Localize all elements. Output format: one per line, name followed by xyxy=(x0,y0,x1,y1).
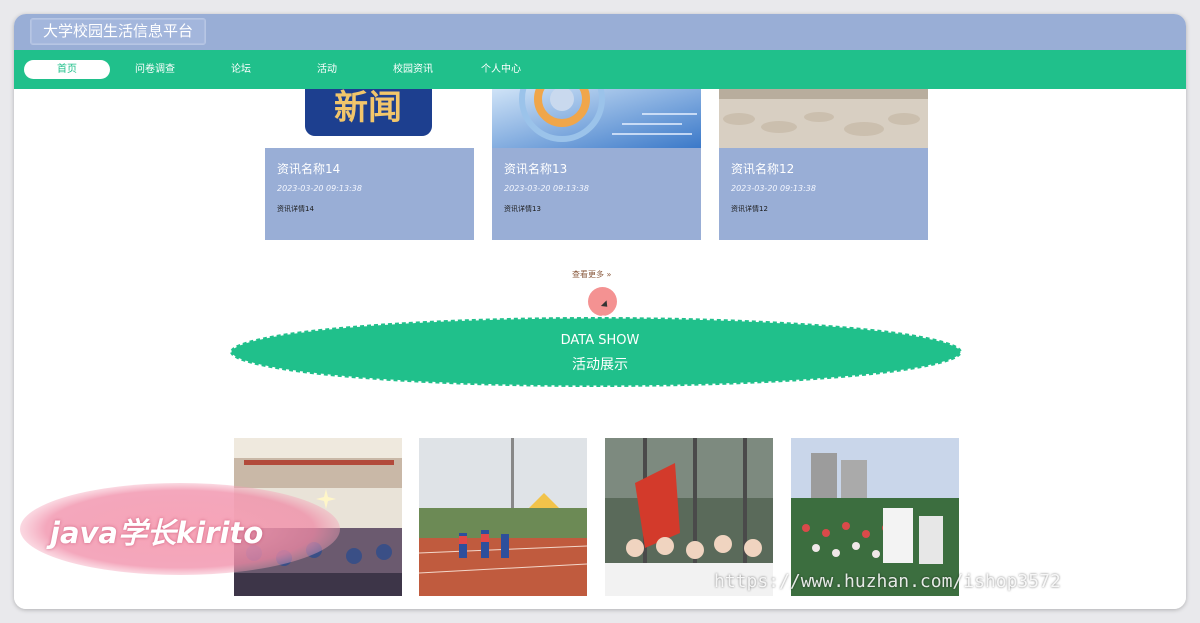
nav-item-home[interactable]: 首页 xyxy=(24,60,110,79)
news-card-body: 资讯名称12 2023-03-20 09:13:38 资讯详情12 xyxy=(719,148,928,240)
nav-item-survey[interactable]: 问卷调查 xyxy=(118,60,192,79)
banner-title-en: DATA SHOW xyxy=(560,333,640,348)
author-watermark: java学长kirito xyxy=(50,516,264,550)
news-card[interactable]: 资讯名称12 2023-03-20 09:13:38 资讯详情12 xyxy=(719,89,928,240)
data-show-banner xyxy=(228,315,964,389)
news-detail: 资讯详情13 xyxy=(504,205,541,213)
news-image xyxy=(492,89,701,148)
news-detail: 资讯详情14 xyxy=(277,205,314,213)
cursor-highlight xyxy=(588,287,617,316)
activity-photo xyxy=(419,438,587,596)
nav-item-personal-center[interactable]: 个人中心 xyxy=(464,60,538,79)
news-image-label: 新闻 xyxy=(334,89,402,128)
news-title[interactable]: 资讯名称14 xyxy=(277,160,340,177)
activity-card[interactable] xyxy=(419,438,587,596)
news-image: 新闻 xyxy=(265,89,474,148)
view-more-link[interactable]: 查看更多 » xyxy=(572,269,611,280)
top-header: 大学校园生活信息平台 xyxy=(14,14,1186,50)
news-card-body: 资讯名称13 2023-03-20 09:13:38 资讯详情13 xyxy=(492,148,701,240)
nav-item-activity[interactable]: 活动 xyxy=(292,60,362,79)
main-nav: 首页 问卷调查 论坛 活动 校园资讯 个人中心 xyxy=(14,50,1186,89)
news-title[interactable]: 资讯名称12 xyxy=(731,160,794,177)
site-title: 大学校园生活信息平台 xyxy=(30,18,207,45)
news-title[interactable]: 资讯名称13 xyxy=(504,160,567,177)
news-detail: 资讯详情12 xyxy=(731,205,768,213)
news-image xyxy=(719,89,928,148)
news-card[interactable]: 新闻 资讯名称14 2023-03-20 09:13:38 资讯详情14 xyxy=(265,89,474,240)
news-card[interactable]: 资讯名称13 2023-03-20 09:13:38 资讯详情13 xyxy=(492,89,701,240)
banner-title-cn: 活动展示 xyxy=(572,357,628,373)
url-watermark: https://www.huzhan.com/ishop3572 xyxy=(714,571,1061,592)
news-card-body: 资讯名称14 2023-03-20 09:13:38 资讯详情14 xyxy=(265,148,474,240)
news-time: 2023-03-20 09:13:38 xyxy=(504,184,589,193)
nav-item-forum[interactable]: 论坛 xyxy=(206,60,276,79)
nav-item-campus-news[interactable]: 校园资讯 xyxy=(376,60,450,79)
news-time: 2023-03-20 09:13:38 xyxy=(277,184,362,193)
news-time: 2023-03-20 09:13:38 xyxy=(731,184,816,193)
